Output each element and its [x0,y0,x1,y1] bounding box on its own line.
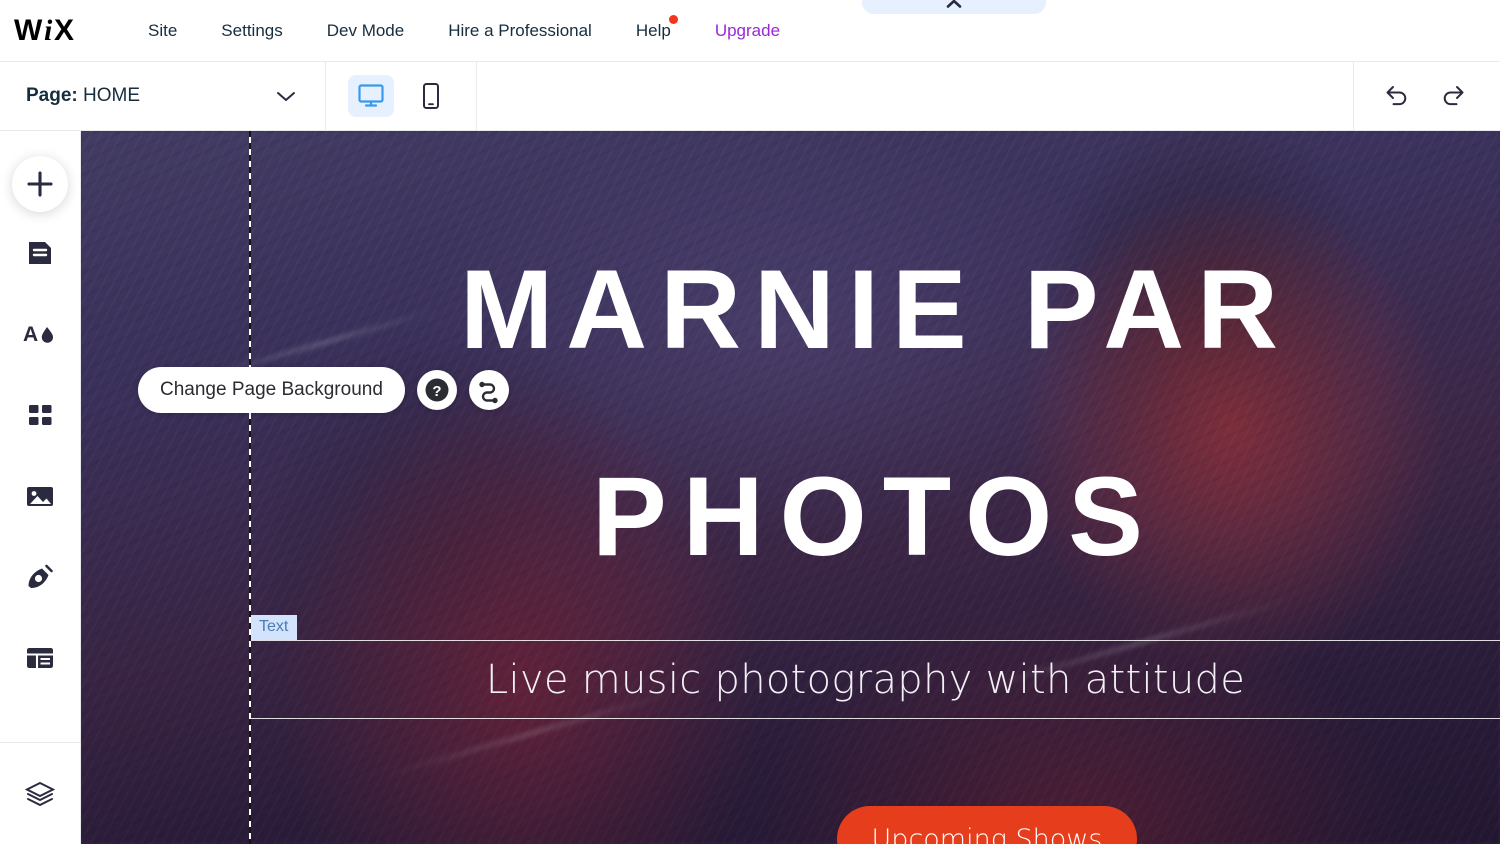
page-selector-value: HOME [83,85,141,106]
change-page-background-label: Change Page Background [160,379,383,400]
svg-text:A: A [23,323,38,346]
image-icon [27,486,53,506]
redo-icon [1443,86,1464,106]
change-page-background-button[interactable]: Change Page Background [138,367,405,413]
wix-logo[interactable]: W i X [12,11,88,51]
sidebar-item-content-manager[interactable] [0,617,81,698]
menu-item-dev-mode-label: Dev Mode [326,20,405,40]
sidebar-item-start-blogging[interactable] [0,536,81,617]
menu-item-help-label: Help [635,20,671,40]
sidebar-item-layers[interactable] [0,742,81,844]
top-menu-bar: W i X Site Settings Dev Mode Hire a Prof… [0,0,1500,62]
database-table-icon [27,647,53,668]
sidebar-item-menus-and-pages[interactable] [0,212,81,293]
page-selector-text: Page: HOME [26,85,140,107]
sidebar-item-my-media[interactable] [0,455,81,536]
desktop-icon [358,84,384,107]
page-selector-prefix: Page: [26,85,78,106]
undo-redo-group [1353,61,1500,131]
editor-canvas[interactable]: MARNIE PAR PHOTOS Text Live music photog… [81,131,1500,844]
top-menu-items: Site Settings Dev Mode Hire a Profession… [126,14,802,41]
menu-item-settings[interactable]: Settings [199,21,304,41]
help-notification-dot [668,14,678,24]
background-help-button[interactable]: ? [416,370,457,410]
hero-title-line-1: MARNIE PAR [459,247,1292,372]
apps-grid-icon [29,404,52,425]
editor-toolbar: Page: HOME [0,61,1500,131]
upcoming-shows-button[interactable]: Upcoming Shows [837,806,1137,844]
menu-item-hire-a-professional[interactable]: Hire a Professional [426,21,614,41]
menu-item-hire-label: Hire a Professional [448,20,592,40]
menu-item-site-label: Site [148,20,178,40]
desktop-view-button[interactable] [348,75,394,117]
svg-text:X: X [54,14,74,47]
theme-icon: A [23,323,53,346]
menu-item-upgrade[interactable]: Upgrade [693,21,802,41]
plus-icon [27,171,53,197]
hero-title[interactable]: MARNIE PAR PHOTOS [81,254,1500,573]
menu-item-upgrade-label: Upgrade [714,20,781,40]
vertical-guideline [249,131,251,844]
chevron-up-icon [946,0,962,8]
menu-item-help[interactable]: Help [614,14,693,41]
svg-text:W: W [14,14,43,47]
hero-title-line-2: PHOTOS [592,454,1159,579]
svg-text:i: i [44,14,53,47]
page-background-toolbar: Change Page Background ? [138,367,509,413]
mobile-icon [423,83,439,109]
add-elements-button[interactable] [12,156,68,212]
page-selector-dropdown[interactable]: Page: HOME [0,61,326,131]
pages-icon [29,241,51,264]
menu-item-dev-mode[interactable]: Dev Mode [305,21,426,41]
help-circle-icon: ? [425,378,449,402]
element-type-badge: Text [250,615,298,641]
mobile-view-button[interactable] [408,75,454,117]
layers-icon [24,781,56,806]
page-transition-button[interactable] [468,370,509,410]
page-transition-icon [479,381,498,404]
menu-item-site[interactable]: Site [126,21,199,41]
collapse-toolbar-tab[interactable] [862,0,1046,14]
left-sidebar: A [0,131,81,844]
sidebar-item-add-apps[interactable] [0,374,81,455]
sidebar-item-site-design[interactable]: A [0,293,81,374]
pen-nib-icon [28,564,53,588]
undo-button[interactable] [1382,82,1412,110]
hero-subtitle[interactable]: Live music photography with attitude [81,641,1500,719]
svg-text:?: ? [432,383,441,400]
menu-item-settings-label: Settings [221,20,283,40]
undo-icon [1386,86,1407,106]
redo-button[interactable] [1438,82,1468,110]
view-mode-switcher [326,61,477,131]
chevron-down-icon [277,92,295,101]
